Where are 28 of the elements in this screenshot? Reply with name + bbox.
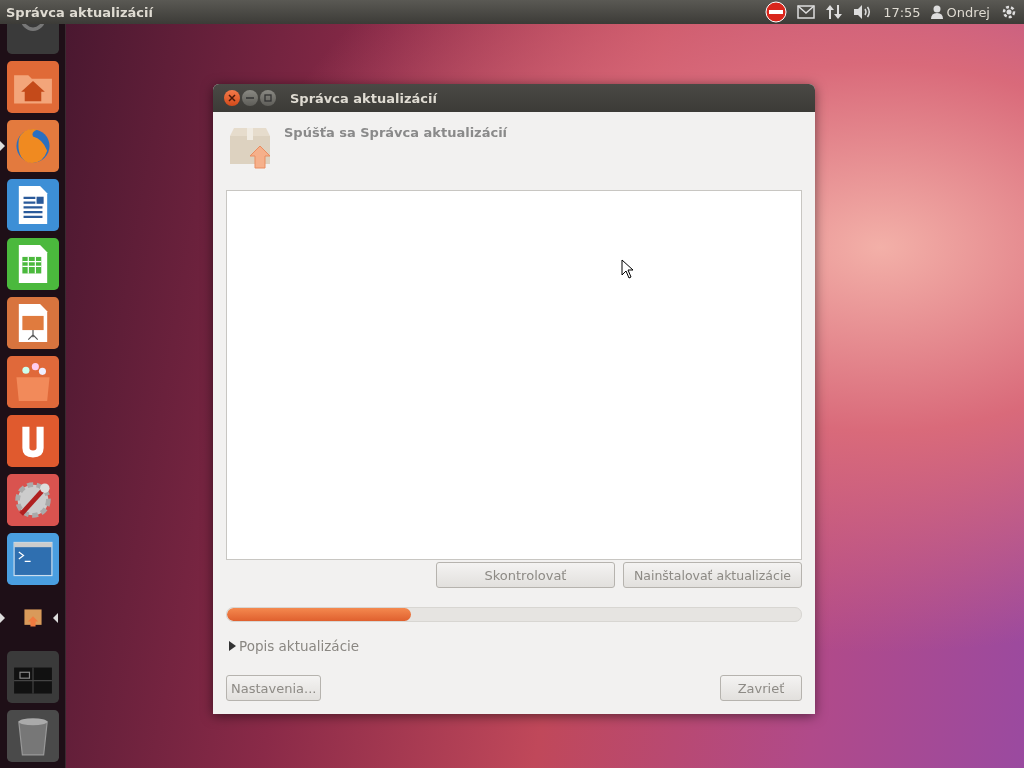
envelope-icon[interactable] <box>797 5 816 19</box>
minimize-button[interactable] <box>242 90 258 106</box>
app-title: Správca aktualizácií <box>6 4 153 20</box>
launcher-impress-icon[interactable] <box>6 297 59 349</box>
close-icon <box>228 94 236 102</box>
launcher-writer-icon[interactable] <box>6 179 59 231</box>
user-name: Ondrej <box>946 4 990 20</box>
launcher-calc-icon[interactable] <box>6 238 59 290</box>
launcher-browser-icon[interactable] <box>6 120 59 172</box>
minimize-icon <box>246 94 254 102</box>
launcher-trash-icon[interactable] <box>6 710 59 762</box>
user-menu[interactable]: Ondrej <box>930 4 990 20</box>
no-entry-icon[interactable] <box>765 1 788 23</box>
close-button[interactable] <box>224 90 240 106</box>
triangle-icon <box>229 641 236 651</box>
maximize-icon <box>264 94 272 102</box>
details-expander[interactable]: Popis aktualizácie <box>226 636 802 656</box>
network-arrows-icon[interactable] <box>825 3 844 21</box>
person-icon <box>930 5 943 19</box>
launcher-terminal-icon[interactable] <box>6 533 59 585</box>
window-title: Správca aktualizácií <box>290 90 437 106</box>
clock[interactable]: 17:55 <box>883 4 921 20</box>
mouse-pointer-icon <box>621 259 635 279</box>
status-heading: Spúšťa sa Správca aktualizácií <box>284 125 508 142</box>
launcher-home-icon[interactable] <box>6 61 59 113</box>
launcher-ubuntuone-icon[interactable] <box>6 415 59 467</box>
maximize-button[interactable] <box>260 90 276 106</box>
launcher-store-icon[interactable] <box>6 356 59 408</box>
